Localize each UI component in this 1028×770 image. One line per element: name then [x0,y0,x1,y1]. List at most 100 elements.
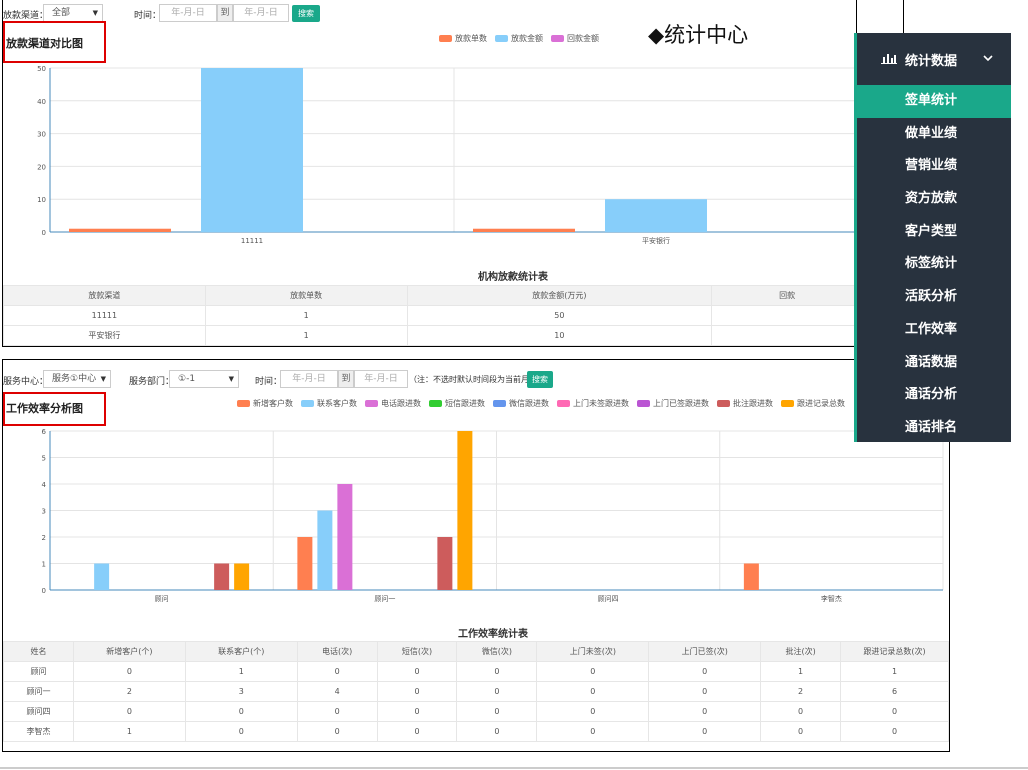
date-to-label: 到 [217,4,233,22]
table-cell: 2 [760,681,842,702]
work-efficiency-panel: 服务中心： 服务①中心 ▼ 服务部门： ①-1 ▼ 时间： 年-月-日 到 年-… [2,359,950,752]
start-date-input[interactable]: 年-月-日 [159,4,217,22]
legend-swatch [495,35,508,42]
table-cell: 0 [376,661,458,682]
legend-item[interactable]: 联系客户数 [301,398,357,409]
legend-swatch [717,400,730,407]
channel-filter-label: 放款渠道： [3,11,49,21]
bar-chart-icon [881,52,897,67]
legend-label: 放款金额 [511,34,543,43]
table-row: 顾问四 0 0 0 0 0 0 0 0 0 [3,701,949,722]
stats-sidebar: 统计数据 签单统计 做单业绩 营销业绩 资方放款 客户类型 标签统计 活跃分析 工作效率 通话数… [854,33,1011,442]
legend-label: 微信跟进数 [509,399,549,408]
chevron-down-icon [983,54,993,65]
legend-item[interactable]: 放款单数 [439,33,487,44]
bar-放款单数[interactable] [69,228,171,232]
table-cell: 50 [406,305,713,326]
legend-item[interactable]: 批注跟进数 [717,398,773,409]
table-row: 平安银行 1 10 [3,325,856,346]
table-cell: 顾问一 [3,681,74,702]
bar-放款金额[interactable] [201,68,303,232]
sidebar-item-8[interactable]: 通话数据 [857,347,1011,380]
table-cell: 0 [376,721,458,742]
search-button[interactable]: 搜索 [292,5,320,22]
loan-channel-panel: 放款渠道： 全部 ▼ 时间： 年-月-日 到 年-月-日 搜索 放款渠道对比图 … [2,0,857,347]
sidebar-item-7[interactable]: 工作效率 [857,314,1011,347]
table-header-cell: 上门未签(次) [536,641,650,662]
bar-放款金额[interactable] [605,199,707,232]
legend-item[interactable]: 放款金额 [495,33,543,44]
search-button[interactable]: 搜索 [527,371,553,388]
sidebar-item-0[interactable]: 签单统计 [857,85,1011,118]
chart1-legend: 放款单数 放款金额 回款金额 [439,33,599,44]
bar-跟进记录总数[interactable] [234,563,250,591]
service-center-select[interactable]: 服务①中心 ▼ [43,370,111,388]
table2-title: 工作效率统计表 [458,629,528,640]
table-cell: 0 [456,701,538,722]
table-cell: 李智杰 [3,721,74,742]
caret-down-icon: ▼ [92,9,98,17]
bar-联系客户数[interactable] [94,563,110,591]
table-header-cell: 放款单数 [204,285,408,306]
sidebar-item-10[interactable]: 通话排名 [857,412,1011,445]
table-cell: 6 [840,681,949,702]
legend-item[interactable]: 新增客户数 [237,398,293,409]
sidebar-item-9[interactable]: 通话分析 [857,379,1011,412]
end-date-input[interactable]: 年-月-日 [233,4,289,22]
loan-channel-chart: 0 10 20 30 40 50 11111 平安银行 [37,65,856,245]
sidebar-item-3[interactable]: 资方放款 [857,183,1011,216]
y-tick-label: 50 [37,65,46,73]
x-tick-label: 顾问一 [374,595,395,603]
bar-批注跟进数[interactable] [214,563,230,591]
table-cell: 0 [456,721,538,742]
legend-swatch [301,400,314,407]
legend-label: 电话跟进数 [381,399,421,408]
legend-swatch [557,400,570,407]
bottom-rule [0,767,1028,769]
table-row: 顾问 0 1 0 0 0 0 0 1 1 [3,661,949,682]
table-cell: 10 [406,325,713,346]
bar-批注跟进数[interactable] [437,537,453,590]
sidebar-item-2[interactable]: 营销业绩 [857,150,1011,183]
legend-swatch [781,400,794,407]
bar-联系客户数[interactable] [317,510,333,591]
table-cell [711,325,856,346]
sidebar-item-5[interactable]: 标签统计 [857,248,1011,281]
y-tick-label: 5 [42,455,46,463]
legend-swatch [439,35,452,42]
bar-电话跟进数[interactable] [337,484,353,590]
time-label: 时间： [134,11,162,21]
table-cell: 顾问 [3,661,74,682]
date-to-label: 到 [338,370,354,388]
legend-item[interactable]: 跟进记录总数 [781,398,845,409]
bar-新增客户数[interactable] [297,537,313,590]
table-row: 顾问一 2 3 4 0 0 0 0 2 6 [3,681,949,702]
table-cell: 0 [760,701,842,722]
bar-跟进记录总数[interactable] [457,431,473,590]
sidebar-item-1[interactable]: 做单业绩 [857,118,1011,151]
legend-item[interactable]: 回款金额 [551,33,599,44]
legend-item[interactable]: 上门未签跟进数 [557,398,629,409]
x-tick-label: 平安银行 [642,236,670,245]
legend-item[interactable]: 上门已签跟进数 [637,398,709,409]
start-date-input[interactable]: 年-月-日 [280,370,338,388]
legend-swatch [493,400,506,407]
legend-item[interactable]: 短信跟进数 [429,398,485,409]
y-tick-label: 20 [37,163,46,171]
table-cell: 1 [184,661,298,682]
sidebar-item-4[interactable]: 客户类型 [857,216,1011,249]
legend-item[interactable]: 微信跟进数 [493,398,549,409]
table-cell: 0 [648,701,762,722]
bar-放款单数[interactable] [473,228,575,232]
service-dept-select[interactable]: ①-1 ▼ [169,370,239,388]
bar-新增客户数[interactable] [743,563,759,591]
channel-select[interactable]: 全部 ▼ [43,4,103,22]
legend-item[interactable]: 电话跟进数 [365,398,421,409]
table-header-cell: 批注(次) [760,641,842,662]
end-date-input[interactable]: 年-月-日 [354,370,408,388]
sidebar-header[interactable]: 统计数据 [857,33,1011,85]
chart2-title: 工作效率分析图 [6,402,83,415]
x-tick-label: 顾问四 [598,595,619,603]
table-cell: 平安银行 [3,325,206,346]
sidebar-item-6[interactable]: 活跃分析 [857,281,1011,314]
